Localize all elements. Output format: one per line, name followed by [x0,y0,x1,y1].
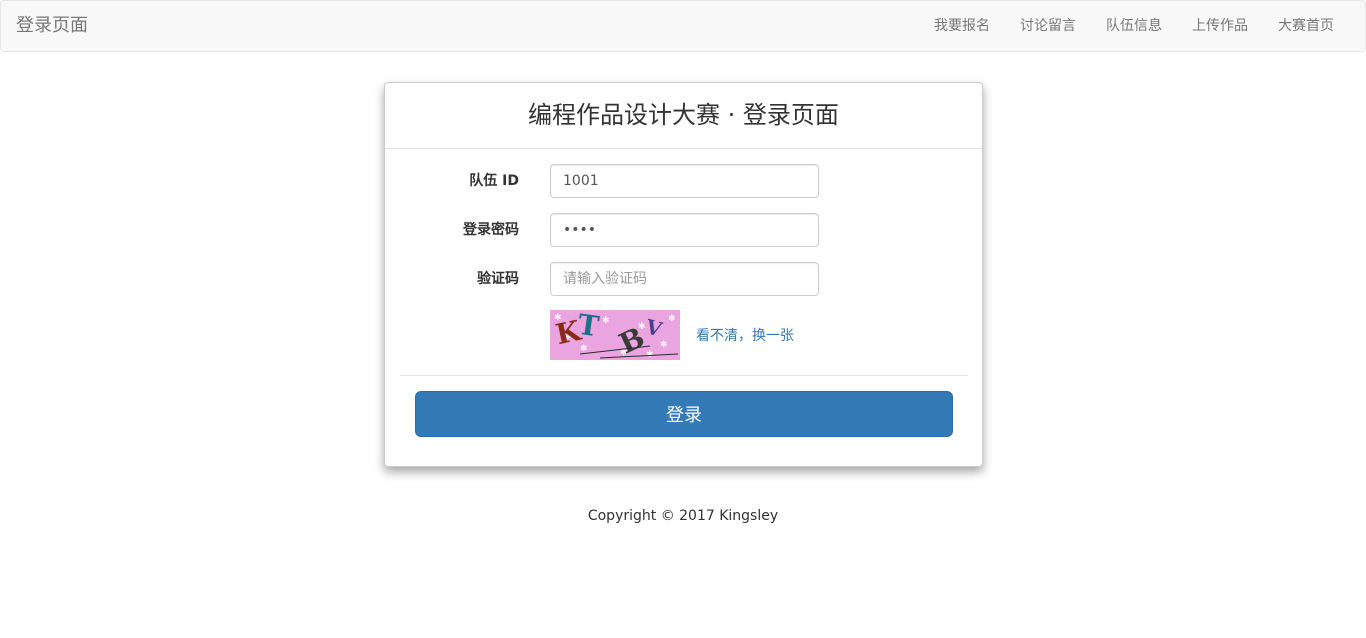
team-id-label: 队伍 ID [469,173,519,189]
captcha-row: 验证码 [385,262,982,296]
password-input[interactable] [550,213,819,247]
login-panel: 编程作品设计大赛 · 登录页面 队伍 ID 登录密码 验证码 ✱ ✱ ✱ ✱ ✱… [384,82,983,467]
nav-item-discussion[interactable]: 讨论留言 [1005,1,1091,51]
nav-item-home[interactable]: 大赛首页 [1263,1,1349,51]
navbar-menu: 我要报名 讨论留言 队伍信息 上传作品 大赛首页 [919,1,1349,51]
captcha-label: 验证码 [477,271,519,287]
nav-item-team-info[interactable]: 队伍信息 [1091,1,1177,51]
password-row: 登录密码 [385,213,982,247]
captcha-input[interactable] [550,262,819,296]
captcha-lines [579,345,679,359]
form-divider [400,375,968,376]
password-label: 登录密码 [463,222,519,238]
panel-title: 编程作品设计大赛 · 登录页面 [385,83,982,149]
top-navbar: 登录页面 我要报名 讨论留言 队伍信息 上传作品 大赛首页 [0,0,1366,52]
team-id-input[interactable] [550,164,819,198]
navbar-brand[interactable]: 登录页面 [16,1,88,51]
team-id-row: 队伍 ID [385,164,982,198]
footer-copyright: Copyright © 2017 Kingsley [587,508,779,524]
nav-item-register[interactable]: 我要报名 [919,1,1005,51]
login-button[interactable]: 登录 [415,391,953,437]
nav-item-upload[interactable]: 上传作品 [1177,1,1263,51]
captcha-image[interactable]: ✱ ✱ ✱ ✱ ✱ ✱ ✱ ✱ ✱ K T B V [550,310,680,360]
refresh-captcha-link[interactable]: 看不清，换一张 [696,325,794,345]
